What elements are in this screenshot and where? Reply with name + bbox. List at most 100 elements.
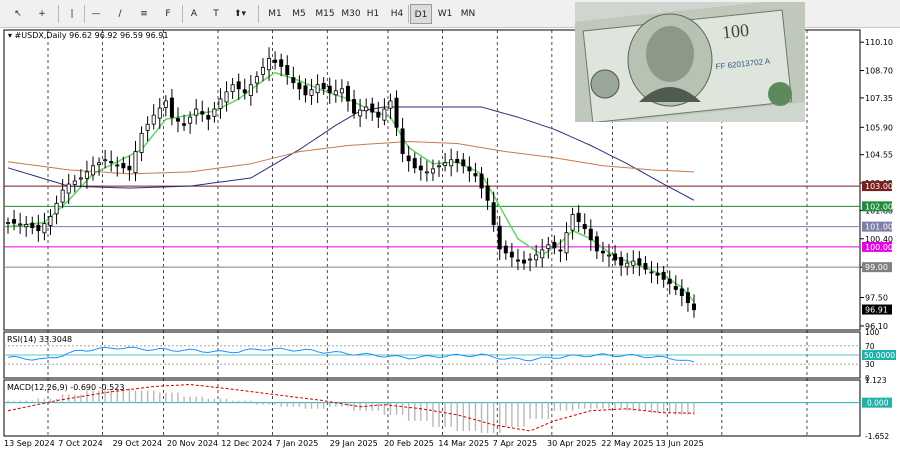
- candle-body: [206, 115, 211, 120]
- candle-body: [84, 171, 89, 179]
- candle-body: [321, 83, 326, 90]
- candle-body: [230, 84, 235, 93]
- candle-body: [200, 111, 205, 115]
- rsi-level-label: 70: [865, 342, 875, 351]
- equidistant-channel-icon[interactable]: ≡: [134, 4, 154, 24]
- candle-body: [242, 89, 247, 94]
- timeframe-m1[interactable]: M1: [264, 4, 286, 24]
- candle-body: [358, 109, 363, 117]
- timeframe-d1[interactable]: D1: [410, 4, 432, 24]
- candle-body: [267, 57, 272, 71]
- x-tick-label: 13 Jun 2025: [656, 439, 704, 448]
- timeframe-m5[interactable]: M5: [288, 4, 310, 24]
- text-icon[interactable]: A: [184, 4, 204, 24]
- candle-body: [139, 132, 144, 153]
- candle-body: [236, 81, 241, 90]
- candle-body: [42, 223, 47, 234]
- horizontal-line-icon[interactable]: —: [86, 4, 106, 24]
- candle-body: [625, 262, 630, 268]
- candle-body: [437, 165, 442, 168]
- timeframe-h4[interactable]: H4: [386, 4, 408, 24]
- candle-body: [285, 65, 290, 75]
- rsi-level-label: 30: [865, 360, 875, 369]
- vertical-line-icon[interactable]: |: [62, 4, 82, 24]
- timeframe-m15[interactable]: M15: [312, 4, 338, 24]
- text-label-icon[interactable]: T: [206, 4, 226, 24]
- candle-body: [297, 82, 302, 90]
- candle-body: [212, 108, 217, 117]
- y-tick-label: 104.55: [865, 151, 893, 160]
- candle-body: [151, 114, 156, 125]
- candle-body: [528, 258, 533, 261]
- candle-body: [60, 189, 65, 203]
- candle-body: [637, 258, 642, 266]
- macd-label: MACD(12,26,9) -0.690 -0.523: [7, 383, 124, 392]
- fibonacci-icon[interactable]: F: [158, 4, 178, 24]
- x-tick-label: 29 Oct 2024: [113, 439, 162, 448]
- candle-body: [66, 183, 71, 194]
- trendline-icon[interactable]: ∕: [110, 4, 130, 24]
- rsi-level-label: 100: [865, 328, 880, 337]
- candle-body: [303, 85, 308, 96]
- candle-body: [406, 155, 411, 162]
- chart-symbol: ▾ #USDX,Daily 96.62 96.92 96.59 96.91: [8, 31, 168, 40]
- candle-body: [194, 108, 199, 116]
- candle-body: [327, 85, 332, 94]
- crosshair-icon[interactable]: +: [32, 4, 52, 24]
- x-tick-label: 20 Nov 2024: [167, 439, 218, 448]
- candle-body: [479, 173, 484, 189]
- candle-body: [376, 111, 381, 118]
- y-tick-label: 110.10: [865, 38, 893, 47]
- candle-body: [127, 165, 132, 171]
- candle-body: [649, 271, 654, 274]
- timeframe-w1[interactable]: W1: [434, 4, 456, 24]
- candle-body: [412, 158, 417, 169]
- candle-body: [497, 225, 502, 250]
- arrows-shapes-icon[interactable]: ⬆▾: [230, 4, 250, 24]
- x-tick-label: 7 Apr 2025: [493, 439, 537, 448]
- candle-body: [78, 177, 83, 180]
- candle-body: [631, 260, 636, 266]
- x-tick-label: 22 May 2025: [601, 439, 653, 448]
- candle-body: [163, 100, 168, 108]
- candle-body: [72, 180, 77, 185]
- candle-body: [679, 288, 684, 296]
- candle-body: [522, 259, 527, 264]
- candle-body: [103, 159, 108, 162]
- timeframe-h1[interactable]: H1: [362, 4, 384, 24]
- candle-body: [315, 84, 320, 94]
- y-tick-label: 107.35: [865, 94, 893, 103]
- candle-body: [607, 254, 612, 257]
- candle-body: [418, 165, 423, 171]
- candle-body: [655, 272, 660, 276]
- candle-body: [582, 224, 587, 230]
- candle-body: [248, 84, 253, 96]
- candle-body: [503, 245, 508, 254]
- candle-body: [18, 223, 23, 226]
- y-tick-label: 97.50: [865, 294, 888, 303]
- rsi-level-label: 50.0000: [864, 351, 895, 360]
- y-tick-label: 105.90: [865, 123, 893, 132]
- macd-level-label: 0.000: [867, 399, 889, 408]
- candle-body: [175, 118, 180, 122]
- candle-body: [430, 168, 435, 174]
- candle-body: [564, 232, 569, 254]
- candle-body: [509, 251, 514, 258]
- timeframe-m30[interactable]: M30: [338, 4, 364, 24]
- candle-body: [558, 249, 563, 252]
- cursor-icon[interactable]: ↖: [8, 4, 28, 24]
- candle-body: [643, 263, 648, 270]
- level-price-label: 101.00: [865, 223, 893, 232]
- candle-body: [30, 222, 35, 229]
- candle-body: [685, 292, 690, 304]
- timeframe-mn[interactable]: MN: [456, 4, 480, 24]
- x-tick-label: 12 Dec 2024: [221, 439, 272, 448]
- candle-body: [121, 163, 126, 169]
- dollar-banknote-icon: 100 FF 62013702 A: [575, 2, 805, 122]
- candle-body: [540, 249, 545, 259]
- candle-body: [157, 107, 162, 119]
- candle-body: [345, 85, 350, 102]
- candle-body: [339, 88, 344, 94]
- candle-body: [570, 214, 575, 231]
- candle-body: [36, 224, 41, 232]
